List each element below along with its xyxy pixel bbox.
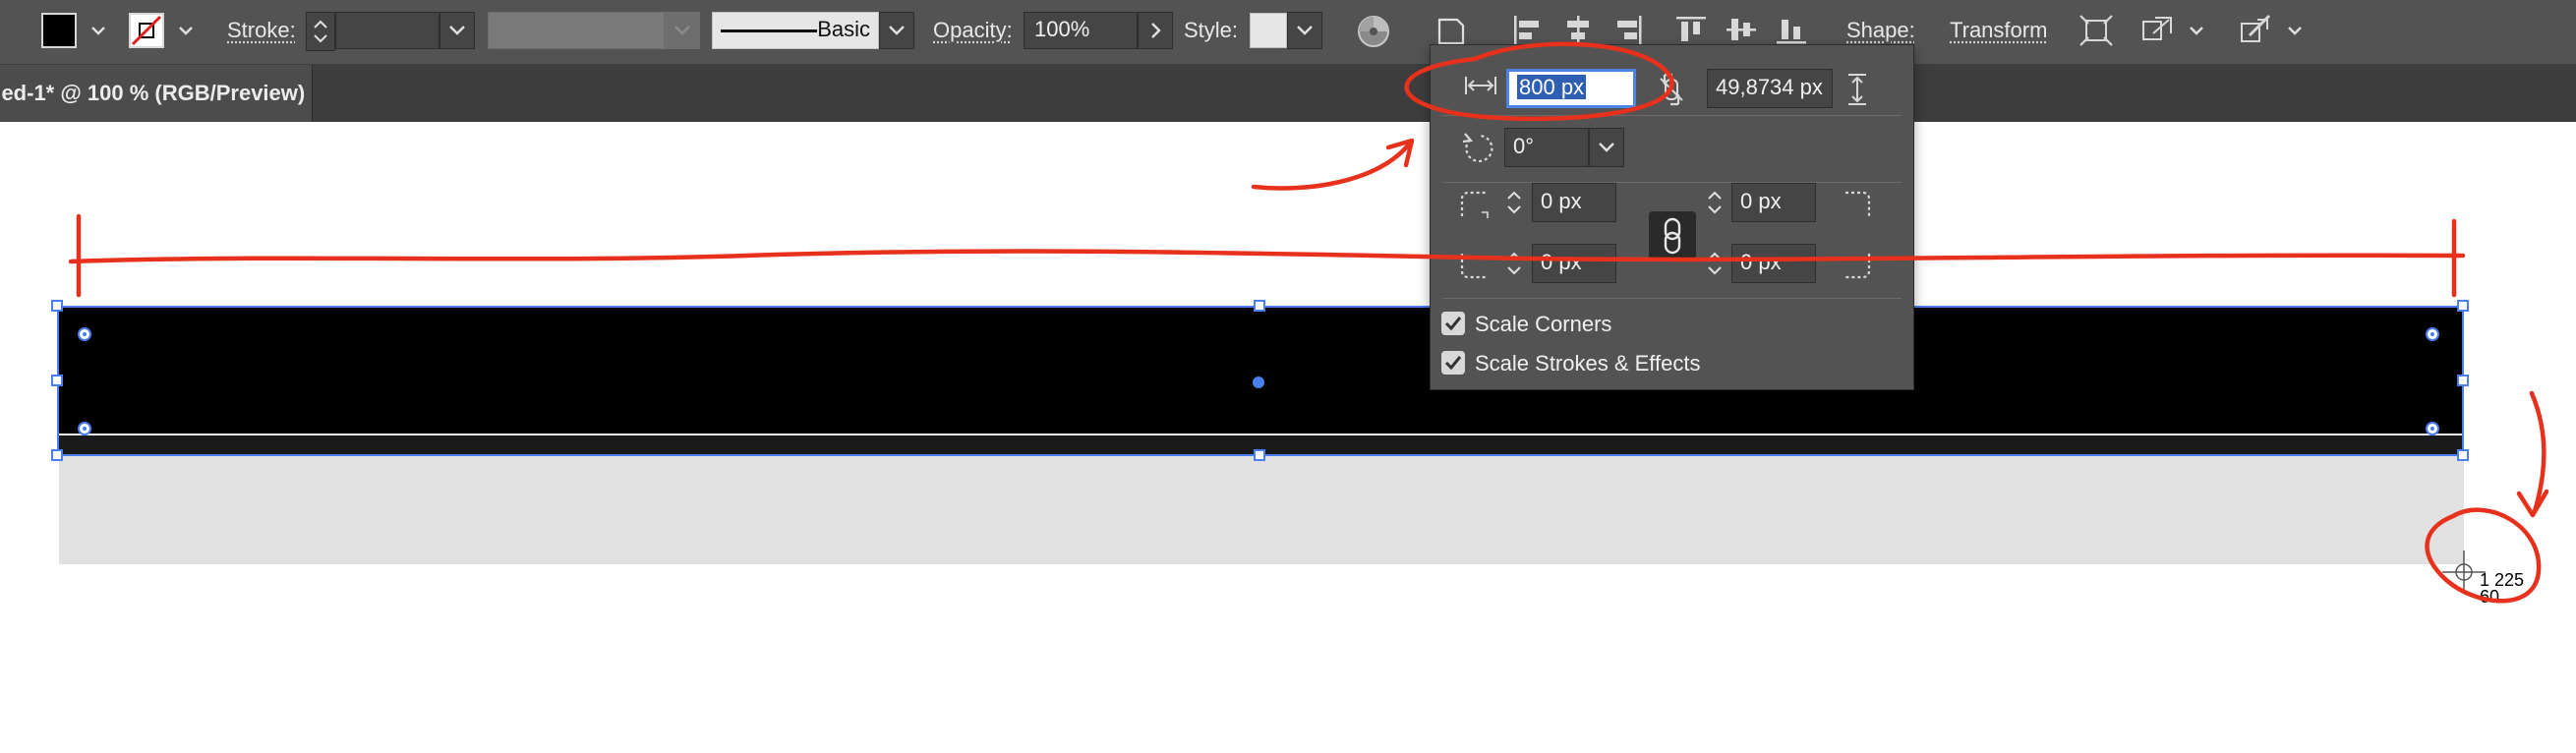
style-chevron-down-icon[interactable] [1287,12,1322,49]
rotate-icon [1460,130,1497,167]
corner-bottom-left-field[interactable]: 0 px [1532,244,1616,283]
cursor-y-readout: 60 [2480,587,2500,607]
corner-bottom-right-field[interactable]: 0 px [1731,244,1816,283]
resize-handle-middle-right[interactable] [2457,375,2469,386]
corner-type-top-right-icon[interactable] [1842,189,1875,222]
align-right-icon[interactable] [1612,14,1644,47]
resize-handle-middle-left[interactable] [51,375,63,386]
corner-type-bottom-right-icon[interactable] [1842,250,1875,283]
transform-each-chevron-down-icon[interactable] [2185,19,2208,42]
scale-corners-label: Scale Corners [1475,312,1612,336]
background-rectangle[interactable] [59,456,2464,564]
scale-strokes-checkbox[interactable] [1441,351,1465,375]
stroke-swatch[interactable] [129,13,164,48]
scale-corners-checkbox[interactable] [1441,312,1465,335]
resize-handle-bottom-center[interactable] [1254,449,1265,461]
corner-bottom-left-stepper[interactable] [1503,244,1525,283]
corner-bottom-right-stepper[interactable] [1704,244,1726,283]
resize-handle-top-center[interactable] [1254,300,1265,312]
stroke-weight-field[interactable] [335,12,439,49]
resize-handle-top-right[interactable] [2457,300,2469,312]
width-icon [1464,75,1497,96]
scale-strokes-label: Scale Strokes & Effects [1475,351,1701,376]
height-icon [1846,73,1868,106]
height-field[interactable]: 49,8734 px [1707,69,1833,108]
corner-top-left-field[interactable]: 0 px [1532,183,1616,222]
puppet-warp-icon[interactable] [2238,14,2273,47]
align-bottom-icon[interactable] [1775,14,1808,47]
control-bar: Stroke: Basic Opacity: 100% Style: Shape… [0,0,2576,65]
popover-divider [1442,298,1902,299]
shape-label[interactable]: Shape: [1846,18,1915,43]
stroke-weight-chevron-down-icon[interactable] [439,12,475,49]
resize-handle-top-left[interactable] [51,300,63,312]
link-corner-radius-button[interactable] [1649,211,1696,261]
recolor-artwork-icon[interactable] [1356,14,1391,49]
corner-top-left-stepper[interactable] [1503,183,1525,222]
document-tab[interactable]: tled-1* @ 100 % (RGB/Preview) [0,65,313,122]
profile-disabled-chevron-down-icon [665,12,700,49]
variable-width-profile [488,12,665,49]
transform-each-icon[interactable] [2139,14,2175,47]
puppet-warp-chevron-down-icon[interactable] [2283,19,2307,42]
corner-radius-widget-top-left[interactable] [78,327,91,341]
brush-chevron-down-icon[interactable] [879,12,914,49]
corner-type-bottom-left-icon[interactable] [1458,250,1492,283]
transform-label[interactable]: Transform [1950,18,2047,43]
brush-profile-label: Basic [817,17,870,41]
fill-swatch[interactable] [41,13,77,48]
align-left-icon[interactable] [1511,14,1543,47]
rotation-chevron-down-icon[interactable] [1589,128,1624,167]
corner-type-top-left-icon[interactable] [1458,189,1492,222]
fill-dropdown-chevron-down-icon[interactable] [87,19,110,42]
center-point [1253,376,1264,388]
corner-top-right-stepper[interactable] [1704,183,1726,222]
opacity-chevron-right-icon[interactable] [1138,12,1173,49]
corner-radius-widget-bottom-left[interactable] [78,422,91,435]
opacity-label[interactable]: Opacity: [933,18,1013,43]
align-horizontal-center-icon[interactable] [1562,14,1594,47]
style-label: Style: [1184,18,1239,42]
document-tab-bar: tled-1* @ 100 % (RGB/Preview) [0,65,2576,122]
brush-definition-field[interactable]: Basic [712,12,879,49]
graphic-style-swatch[interactable] [1250,13,1287,48]
document-tab-title: tled-1* @ 100 % (RGB/Preview) [0,81,306,105]
corner-top-right-field[interactable]: 0 px [1731,183,1816,222]
width-field-value: 800 px [1517,75,1587,99]
resize-handle-bottom-right[interactable] [2457,449,2469,461]
align-top-icon[interactable] [1674,14,1708,47]
rotation-field[interactable]: 0° [1504,128,1589,167]
stroke-dropdown-chevron-down-icon[interactable] [174,19,198,42]
opacity-field[interactable]: 100% [1024,12,1138,49]
isolate-group-icon[interactable] [2078,14,2114,47]
stroke-weight-stepper[interactable] [306,12,335,51]
corner-radius-widget-top-right[interactable] [2426,327,2439,341]
shape-properties-popover: 800 px 49,8734 px 0° 0 px 0 px 0 px 0 px… [1430,44,1914,390]
align-vertical-center-icon[interactable] [1725,14,1758,47]
resize-handle-bottom-left[interactable] [51,449,63,461]
width-field[interactable]: 800 px [1506,69,1636,108]
stroke-label[interactable]: Stroke: [227,18,296,43]
popover-divider [1442,115,1902,116]
broken-link-icon[interactable] [1657,71,1686,108]
corner-radius-widget-bottom-right[interactable] [2426,422,2439,435]
